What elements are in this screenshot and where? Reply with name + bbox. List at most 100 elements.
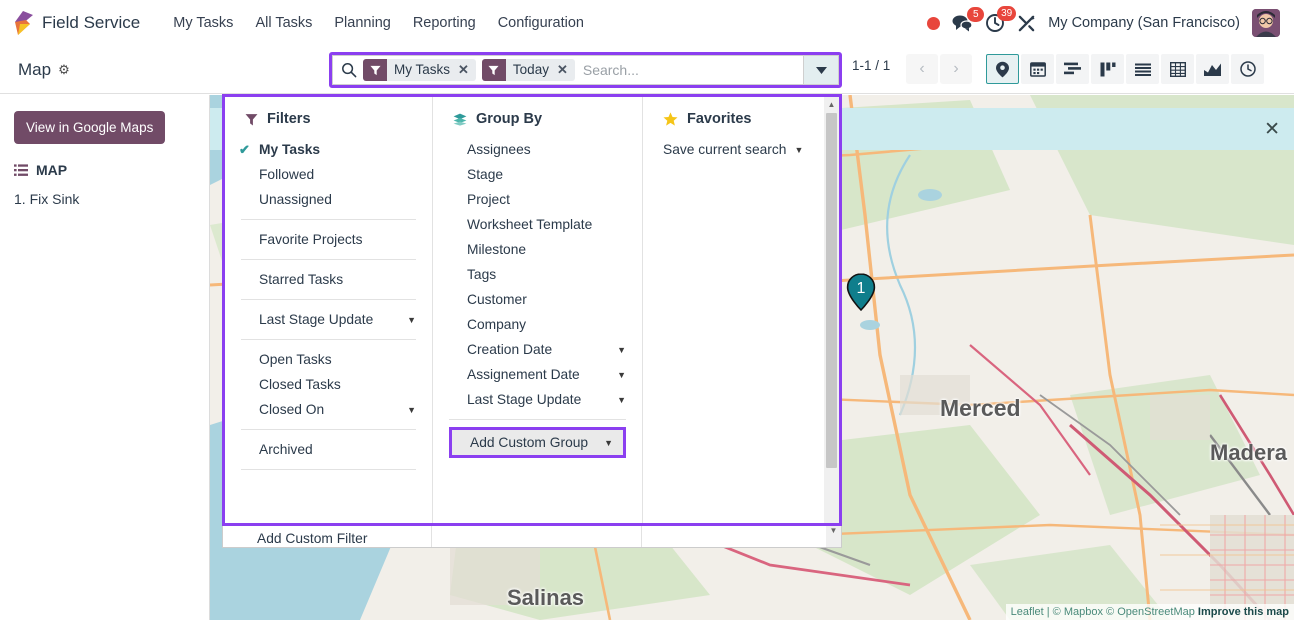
save-current-search-label: Save current search (663, 142, 787, 157)
pager-next-button[interactable]: › (940, 54, 972, 84)
view-button-graph[interactable] (1196, 54, 1229, 84)
scrollbar-thumb[interactable] (826, 113, 837, 468)
view-button-list[interactable] (1126, 54, 1159, 84)
map-attribution: Leaflet | © Mapbox © OpenStreetMap Impro… (1005, 604, 1294, 620)
caret-down-icon: ▼ (794, 144, 804, 155)
group-by-item-company[interactable]: Company (433, 312, 642, 337)
app-logo-icon (15, 11, 33, 35)
group-by-item-stage[interactable]: Stage (433, 162, 642, 187)
search-dropdown-toggle[interactable] (803, 55, 839, 85)
map-label-merced: Merced (940, 395, 1021, 421)
sidebar-section-header: MAP (14, 162, 195, 178)
filter-icon (245, 113, 258, 125)
filter-item-archived[interactable]: Archived (225, 437, 432, 462)
group-by-item-assignees[interactable]: Assignees (433, 137, 642, 162)
filter-item-closed-on[interactable]: Closed On ▼ (225, 397, 432, 422)
save-current-search-button[interactable]: Save current search ▼ (643, 137, 833, 162)
nav-reporting[interactable]: Reporting (402, 11, 487, 35)
company-switcher[interactable]: My Company (San Francisco) (1048, 15, 1240, 31)
group-by-header: Group By (433, 111, 642, 137)
filter-item-followed[interactable]: Followed (225, 162, 432, 187)
attrib-mapbox[interactable]: Mapbox (1064, 606, 1103, 618)
nav-my-tasks[interactable]: My Tasks (162, 11, 244, 35)
filter-item-open-tasks[interactable]: Open Tasks (225, 347, 432, 372)
filter-item-starred-tasks[interactable]: Starred Tasks (225, 267, 432, 292)
nav-configuration[interactable]: Configuration (487, 11, 595, 35)
group-by-item-last-stage-update[interactable]: Last Stage Update ▼ (433, 387, 642, 412)
sidebar-section-title: MAP (36, 162, 68, 178)
messages-button[interactable]: 5 (952, 7, 985, 32)
filter-item-unassigned[interactable]: Unassigned (225, 187, 432, 212)
dropdown-scrollbar[interactable]: ▲ (824, 97, 839, 523)
filter-item-label: Closed On (259, 402, 325, 417)
filters-header: Filters (225, 111, 432, 137)
caret-down-icon: ▼ (617, 369, 626, 380)
attrib-improve-link[interactable]: Improve this map (1198, 606, 1289, 618)
search-input[interactable]: Search... (581, 62, 639, 78)
attrib-sep2: © (1102, 606, 1118, 618)
sidebar-task-item[interactable]: 1. Fix Sink (14, 191, 195, 207)
favorites-title: Favorites (687, 111, 752, 127)
filter-item-favorite-projects[interactable]: Favorite Projects (225, 227, 432, 252)
view-button-activity[interactable] (1231, 54, 1264, 84)
group-by-item-customer[interactable]: Customer (433, 287, 642, 312)
pager-previous-button[interactable]: ‹ (906, 54, 938, 84)
search-icon (342, 63, 357, 78)
favorites-column: Favorites Save current search ▼ (643, 97, 833, 523)
map-label-madera: Madera (1210, 440, 1288, 465)
filter-item-label: Followed (259, 167, 315, 182)
filter-item-closed-tasks[interactable]: Closed Tasks (225, 372, 432, 397)
view-button-gantt[interactable] (1056, 54, 1089, 84)
add-custom-filter-button[interactable]: Add Custom Filter (223, 526, 841, 547)
filter-item-label: Closed Tasks (259, 377, 341, 392)
group-by-item-worksheet-template[interactable]: Worksheet Template (433, 212, 642, 237)
activities-button[interactable]: 39 (985, 6, 1017, 33)
map-marker-1[interactable]: 1 (846, 273, 876, 312)
group-by-item-label: Last Stage Update (467, 392, 582, 407)
group-by-item-tags[interactable]: Tags (433, 262, 642, 287)
attrib-osm[interactable]: OpenStreetMap (1117, 606, 1195, 618)
gear-icon[interactable]: ⚙ (58, 62, 70, 78)
filters-column: Filters ✔ My Tasks Followed Unassigned F… (225, 97, 433, 523)
dropdown-clipped-footer: Add Custom Filter ▼ (222, 526, 842, 548)
group-by-title: Group By (476, 111, 543, 127)
dropdown-scroll-down-arrow[interactable]: ▼ (826, 526, 841, 547)
divider (241, 429, 416, 430)
group-by-item-creation-date[interactable]: Creation Date ▼ (433, 337, 642, 362)
avatar[interactable] (1252, 9, 1280, 37)
search-input-area[interactable]: My Tasks ✕ Today ✕ Search... (332, 55, 803, 85)
nav-all-tasks[interactable]: All Tasks (244, 11, 323, 35)
view-button-calendar[interactable] (1021, 54, 1054, 84)
group-by-item-label: Assignement Date (467, 367, 580, 382)
view-button-kanban[interactable] (1091, 54, 1124, 84)
view-button-map[interactable] (986, 54, 1019, 84)
group-by-item-label: Worksheet Template (467, 217, 593, 232)
divider (449, 419, 626, 420)
close-icon[interactable]: ✕ (1264, 120, 1280, 139)
pivot-icon (1169, 61, 1186, 77)
view-in-google-maps-button[interactable]: View in Google Maps (14, 111, 166, 144)
filter-item-last-stage-update[interactable]: Last Stage Update ▼ (225, 307, 432, 332)
scroll-up-arrow-icon[interactable]: ▲ (824, 97, 839, 111)
divider (241, 219, 416, 220)
group-by-item-label: Tags (467, 267, 497, 282)
facet-remove-icon[interactable]: ✕ (458, 59, 469, 81)
apps-tools-icon[interactable] (1017, 14, 1036, 33)
nav-planning[interactable]: Planning (323, 11, 401, 35)
search-facet-today[interactable]: Today ✕ (481, 59, 575, 81)
record-dot-icon[interactable] (927, 16, 941, 30)
search-facet-my-tasks[interactable]: My Tasks ✕ (363, 59, 476, 81)
group-by-item-project[interactable]: Project (433, 187, 642, 212)
group-by-item-assignement-date[interactable]: Assignement Date ▼ (433, 362, 642, 387)
pager-count: 1-1 / 1 (852, 58, 891, 73)
add-custom-group-button[interactable]: Add Custom Group ▼ (449, 427, 626, 458)
facet-remove-icon[interactable]: ✕ (557, 59, 568, 81)
facet-text: Today (512, 62, 549, 77)
attrib-leaflet[interactable]: Leaflet (1011, 606, 1044, 618)
filter-item-my-tasks[interactable]: ✔ My Tasks (225, 137, 432, 162)
search-bar[interactable]: My Tasks ✕ Today ✕ Search... (329, 52, 842, 88)
view-button-pivot[interactable] (1161, 54, 1194, 84)
filter-item-label: Favorite Projects (259, 232, 363, 247)
group-by-item-milestone[interactable]: Milestone (433, 237, 642, 262)
divider (241, 299, 416, 300)
